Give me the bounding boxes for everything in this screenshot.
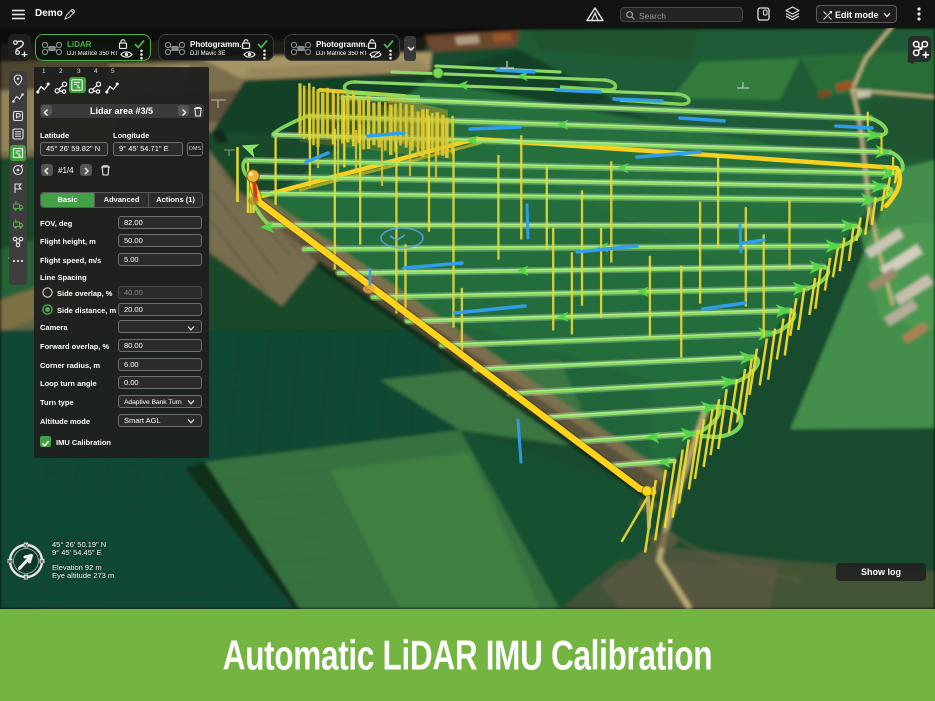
svg-text:N: N xyxy=(24,543,27,548)
svg-text:P: P xyxy=(15,200,18,205)
svg-text:S: S xyxy=(24,575,27,580)
svg-text:E: E xyxy=(40,559,43,564)
